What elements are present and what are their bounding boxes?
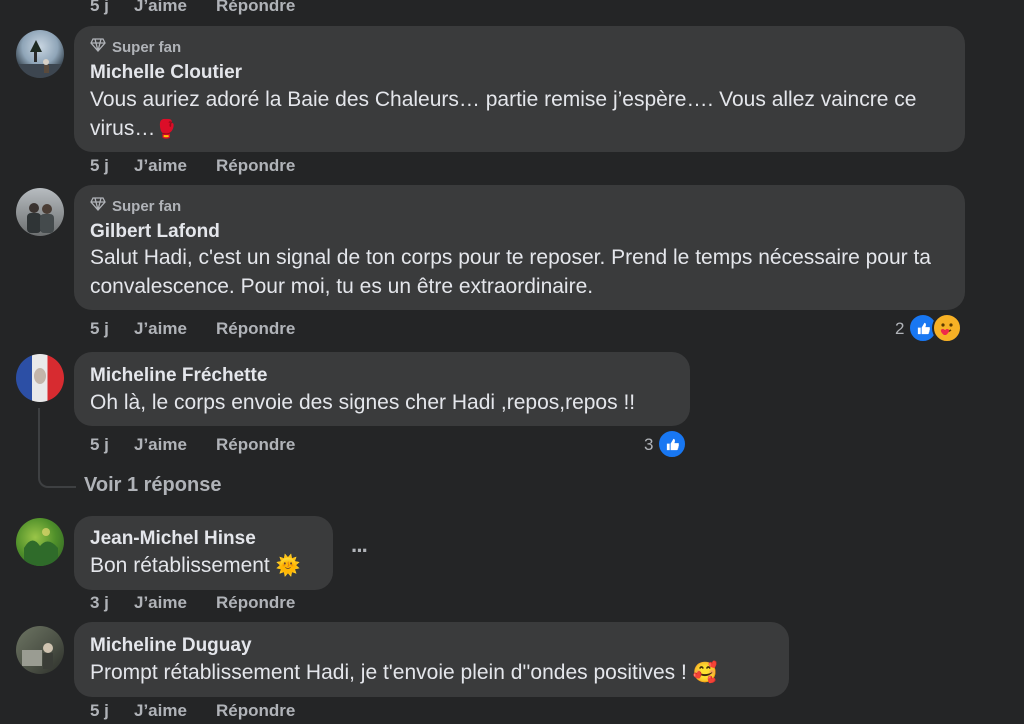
comment-text-body: Vous auriez adoré la Baie des Chaleurs… … bbox=[90, 88, 917, 140]
avatar[interactable] bbox=[16, 518, 64, 566]
avatar[interactable] bbox=[16, 188, 64, 236]
comment-0-reply-button[interactable]: Répondre bbox=[216, 0, 295, 16]
avatar[interactable] bbox=[16, 30, 64, 78]
more-options-button[interactable]: ··· bbox=[351, 538, 369, 564]
comment-text: Prompt rétablissement Hadi, je t'envoie … bbox=[90, 658, 718, 688]
avatar-image bbox=[27, 203, 54, 233]
reply-thread-line bbox=[38, 408, 76, 488]
comment-time[interactable]: 5 j bbox=[90, 156, 109, 176]
reply-button[interactable]: Répondre bbox=[216, 319, 295, 339]
comment-time[interactable]: 5 j bbox=[90, 319, 109, 339]
badge-label: Super fan bbox=[112, 197, 182, 215]
view-replies-link[interactable]: Voir 1 réponse bbox=[84, 474, 221, 497]
comment-0-time: 5 j bbox=[90, 0, 109, 15]
avatar-image bbox=[34, 368, 46, 384]
comment-time[interactable]: 5 j bbox=[90, 701, 109, 721]
comment-time[interactable]: 5 j bbox=[90, 435, 109, 455]
comment-text-body: Bon rétablissement bbox=[90, 554, 270, 577]
comment-text: Salut Hadi, c'est un signal de ton corps… bbox=[90, 246, 931, 298]
avatar[interactable] bbox=[16, 354, 64, 402]
like-reaction-icon[interactable] bbox=[657, 429, 687, 459]
sun-icon: 🌞 bbox=[275, 555, 301, 577]
avatar[interactable] bbox=[16, 626, 64, 674]
comment-text: Bon rétablissement 🌞 bbox=[90, 551, 301, 581]
commenter-name[interactable]: Michelle Cloutier bbox=[90, 62, 242, 84]
like-button[interactable]: J’aime bbox=[134, 435, 187, 455]
reply-button[interactable]: Répondre bbox=[216, 701, 295, 721]
commenter-name[interactable]: Gilbert Lafond bbox=[90, 221, 220, 243]
avatar-image bbox=[24, 528, 58, 566]
avatar-image bbox=[16, 40, 64, 78]
like-button[interactable]: J’aime bbox=[134, 319, 187, 339]
comment-time[interactable]: 3 j bbox=[90, 593, 109, 613]
like-button[interactable]: J’aime bbox=[134, 593, 187, 613]
avatar-image bbox=[22, 643, 53, 669]
comment-text: Vous auriez adoré la Baie des Chaleurs… … bbox=[90, 85, 950, 144]
diamond-icon bbox=[90, 197, 106, 215]
comment-text: Oh là, le corps envoie des signes cher H… bbox=[90, 391, 636, 414]
commenter-name[interactable]: Micheline Fréchette bbox=[90, 365, 267, 387]
reply-button[interactable]: Répondre bbox=[216, 156, 295, 176]
reaction-count[interactable]: 2 bbox=[895, 319, 904, 339]
smiling-face-with-hearts-icon: 🥰 bbox=[692, 662, 718, 684]
commenter-name[interactable]: Jean-Michel Hinse bbox=[90, 528, 256, 550]
reply-button[interactable]: Répondre bbox=[216, 593, 295, 613]
reply-button[interactable]: Répondre bbox=[216, 435, 295, 455]
reaction-count[interactable]: 3 bbox=[644, 435, 653, 455]
boxing-glove-icon: 🥊 bbox=[155, 119, 178, 139]
diamond-icon bbox=[90, 38, 106, 56]
super-fan-badge: Super fan bbox=[90, 197, 181, 215]
commenter-name[interactable]: Micheline Duguay bbox=[90, 635, 252, 657]
comment-0-like-button[interactable]: J’aime bbox=[134, 0, 187, 16]
badge-label: Super fan bbox=[112, 38, 182, 56]
care-reaction-icon[interactable] bbox=[932, 313, 962, 343]
like-button[interactable]: J’aime bbox=[134, 156, 187, 176]
super-fan-badge: Super fan bbox=[90, 38, 181, 56]
comment-text-body: Prompt rétablissement Hadi, je t'envoie … bbox=[90, 661, 687, 684]
like-button[interactable]: J’aime bbox=[134, 701, 187, 721]
